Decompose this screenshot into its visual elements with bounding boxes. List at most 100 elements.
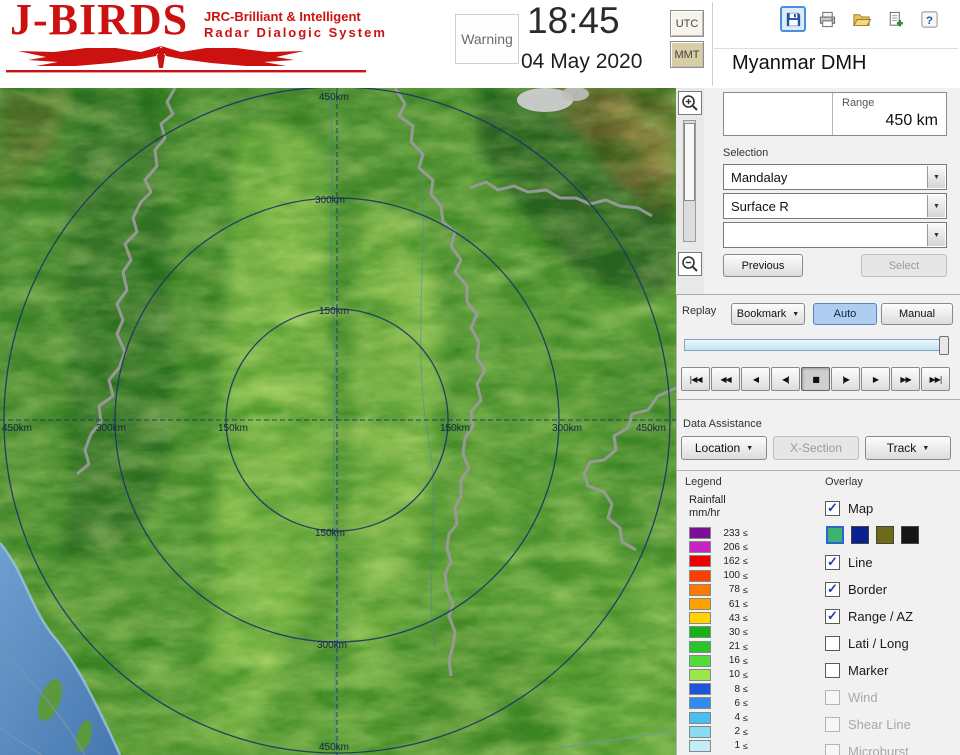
save-icon (784, 10, 803, 29)
select-button[interactable]: Select (861, 254, 947, 277)
legend-label: Legend (685, 476, 722, 488)
open-folder-icon (852, 10, 871, 29)
warning-label: Warning (461, 31, 513, 47)
checkbox[interactable]: ✓ (825, 501, 840, 516)
control-panel: Range 450 km Selection Mandalay ▼ Surfac… (676, 88, 960, 755)
checkbox (825, 690, 840, 705)
overlay-item-lati-long[interactable]: Lati / Long (825, 633, 909, 653)
range-ring-label: 150km (315, 528, 345, 539)
legend-row: 233≤ (689, 526, 748, 540)
utc-button[interactable]: UTC (670, 10, 704, 37)
stop-button[interactable]: ■ (801, 367, 830, 391)
legend-row: 21≤ (689, 640, 748, 654)
option-dropdown[interactable]: ▼ (723, 222, 947, 248)
legend-color (689, 712, 711, 724)
header-separator (712, 2, 713, 86)
overlay-item-line[interactable]: ✓ Line (825, 552, 873, 572)
zoom-slider-track[interactable] (683, 120, 696, 242)
warning-button[interactable]: Warning (455, 14, 519, 64)
checkbox[interactable] (825, 663, 840, 678)
legend-color (689, 570, 711, 582)
play-button[interactable]: ▶ (861, 367, 890, 391)
zoom-out-button[interactable] (678, 252, 702, 276)
export-button[interactable] (882, 6, 908, 32)
legend-row: 8≤ (689, 682, 748, 696)
track-button[interactable]: Track ▼ (865, 436, 951, 460)
legend-row: 61≤ (689, 597, 748, 611)
header-bar: J-BIRDS JRC-Brilliant & Intelligent Rada… (0, 0, 960, 88)
map-swatch-1[interactable] (826, 526, 844, 544)
legend-row: 6≤ (689, 696, 748, 710)
legend-color (689, 669, 711, 681)
logo-title: J-BIRDS (10, 0, 188, 45)
overlay-item-range-az[interactable]: ✓ Range / AZ (825, 606, 913, 626)
step-back-button[interactable]: ◀| (771, 367, 800, 391)
map-swatch-3[interactable] (876, 526, 894, 544)
legend-color (689, 598, 711, 610)
overlay-item-map[interactable]: ✓ Map (825, 498, 873, 518)
legend-color (689, 683, 711, 695)
selection-label: Selection (723, 147, 768, 159)
eagle-icon (6, 44, 366, 84)
replay-slider-handle[interactable] (939, 336, 949, 355)
open-folder-button[interactable] (848, 6, 874, 32)
range-divider (832, 93, 833, 135)
checkbox[interactable]: ✓ (825, 582, 840, 597)
jump-start-button[interactable]: |◀◀ (681, 367, 710, 391)
x-section-button[interactable]: X-Section (773, 436, 859, 460)
auto-button[interactable]: Auto (813, 303, 877, 325)
save-button[interactable] (780, 6, 806, 32)
overlay-item-shear-line: Shear Line (825, 714, 911, 734)
chevron-down-icon[interactable]: ▼ (927, 195, 945, 217)
bookmark-button[interactable]: Bookmark ▼ (731, 303, 805, 325)
range-box: Range 450 km (723, 92, 947, 136)
range-ring-label: 150km (440, 423, 470, 434)
jump-end-button[interactable]: ▶▶| (921, 367, 950, 391)
legend-row: 10≤ (689, 668, 748, 682)
zoom-controls (676, 88, 704, 294)
chevron-down-icon[interactable]: ▼ (927, 224, 945, 246)
legend-row: 162≤ (689, 554, 748, 568)
checkbox[interactable]: ✓ (825, 555, 840, 570)
range-ring-label: 300km (315, 195, 345, 206)
overlay-item-wind: Wind (825, 687, 878, 707)
chevron-down-icon[interactable]: ▼ (927, 166, 945, 188)
help-button[interactable]: ? (916, 6, 942, 32)
step-forward-button[interactable]: |▶ (831, 367, 860, 391)
print-button[interactable] (814, 6, 840, 32)
previous-button[interactable]: Previous (723, 254, 803, 277)
radar-map[interactable]: 450km 300km 150km 150km 300km 450km 450k… (0, 88, 676, 755)
overlay-item-marker[interactable]: Marker (825, 660, 888, 680)
checkbox[interactable] (825, 636, 840, 651)
range-value: 450 km (886, 112, 938, 130)
overlay-label: Overlay (825, 476, 863, 488)
zoom-in-button[interactable] (678, 91, 702, 115)
site-dropdown[interactable]: Mandalay ▼ (723, 164, 947, 190)
fast-rewind-button[interactable]: ◀◀ (711, 367, 740, 391)
legend-row: 2≤ (689, 725, 748, 739)
map-swatch-4[interactable] (901, 526, 919, 544)
zoom-slider-thumb[interactable] (684, 123, 695, 201)
map-color-swatches (826, 525, 919, 545)
checkbox[interactable]: ✓ (825, 609, 840, 624)
range-ring-label: 450km (636, 423, 666, 434)
location-button[interactable]: Location ▼ (681, 436, 767, 460)
legend-color (689, 541, 711, 553)
product-dropdown-value: Surface R (731, 199, 789, 214)
data-assistance-label: Data Assistance (683, 418, 762, 430)
chevron-down-icon: ▼ (746, 445, 753, 452)
overlay-item-border[interactable]: ✓ Border (825, 579, 887, 599)
mmt-button[interactable]: MMT (670, 41, 704, 68)
chevron-down-icon: ▼ (792, 311, 799, 318)
legend-row: 30≤ (689, 625, 748, 639)
manual-button[interactable]: Manual (881, 303, 953, 325)
map-swatch-2[interactable] (851, 526, 869, 544)
toolbar: ? (780, 6, 942, 32)
fast-forward-button[interactable]: ▶▶ (891, 367, 920, 391)
product-dropdown[interactable]: Surface R ▼ (723, 193, 947, 219)
play-back-button[interactable]: ◀ (741, 367, 770, 391)
logo-subtitle-2: Radar Dialogic System (204, 25, 387, 40)
legend-color (689, 726, 711, 738)
replay-slider[interactable] (684, 339, 948, 351)
range-ring-label: 300km (552, 423, 582, 434)
